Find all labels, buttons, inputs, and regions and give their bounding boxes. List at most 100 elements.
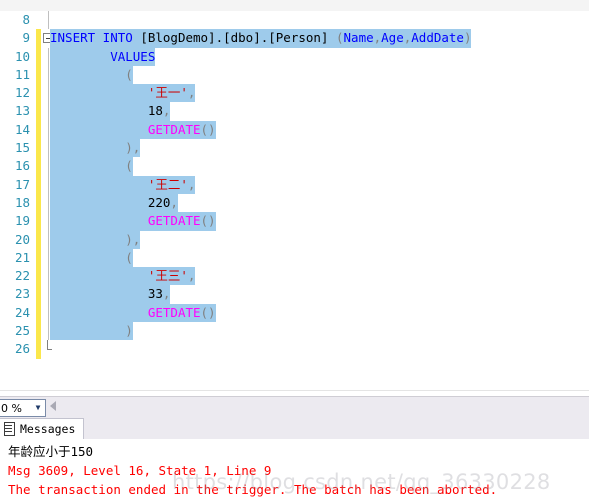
scroll-left-arrow-icon[interactable] [50,401,56,411]
code-line[interactable]: 18 220, [0,193,589,213]
code-token: , [187,85,196,101]
line-number: 22 [14,268,30,284]
line-number: 10 [14,48,30,64]
indent-guide [48,175,49,194]
code-line-text: GETDATE() [50,303,216,323]
code-line[interactable]: 10 VALUES [0,47,589,66]
code-line[interactable]: 14 GETDATE() [0,120,589,140]
code-line[interactable]: 23 33, [0,285,589,304]
code-line-text: ( [50,248,133,268]
indent-guide [48,47,49,66]
code-line[interactable]: 26 [0,340,589,359]
code-token: ( [50,158,133,174]
line-number: 19 [14,213,30,229]
grid-results-icon [4,422,15,436]
line-number: 9 [22,30,30,46]
change-indicator-bar [36,267,41,286]
line-number: 20 [14,231,30,247]
line-number: 24 [14,304,30,320]
code-line[interactable]: 12 '王一', [0,84,589,103]
line-number: 15 [14,140,30,156]
code-token: () [200,121,216,137]
line-number: 21 [14,249,30,265]
code-line[interactable]: 24 GETDATE() [0,303,589,323]
indent-guide [48,212,49,231]
code-line[interactable]: 16 ( [0,157,589,176]
code-token: ) [50,323,133,339]
code-token: () [200,213,216,229]
messages-output-pane[interactable]: 年龄应小于150 Msg 3609, Level 16, State 1, Lin… [0,439,589,502]
change-indicator-bar [36,157,41,176]
indent-guide [48,65,49,85]
code-token: INSERT INTO [50,30,141,46]
line-number: 13 [14,103,30,119]
zoom-level-dropdown[interactable]: 0 % ▼ [0,399,46,417]
code-line-text: ( [50,157,133,176]
code-token: , [162,286,171,302]
line-number: 11 [14,66,30,82]
code-line[interactable]: 20 ), [0,230,589,249]
indent-guide [48,267,49,286]
change-indicator-bar [36,248,41,268]
indent-guide [48,11,49,30]
code-line[interactable]: 17 '王二', [0,175,589,194]
tab-messages-label: Messages [20,422,76,436]
code-line-text: 220, [50,193,178,213]
line-number: 8 [22,12,30,27]
code-token: [BlogDemo].[dbo].[Person] [140,30,336,46]
code-token: '王三' [147,268,188,284]
line-number: 12 [14,85,30,101]
change-indicator-bar [36,230,41,249]
code-line[interactable]: 21 ( [0,248,589,268]
code-token: , [187,176,196,192]
change-indicator-bar [36,340,41,359]
code-line-text: GETDATE() [50,212,216,231]
code-token: Name [343,30,374,46]
code-token: ), [50,140,141,156]
message-line: The transaction ended in the trigger. Th… [8,482,498,497]
code-line[interactable]: 22 '王三', [0,267,589,286]
code-token: ), [50,231,141,247]
code-token: Age [381,30,404,46]
indent-guide [48,102,49,121]
change-indicator-bar [36,193,41,213]
zoom-level-value: 0 % [1,401,22,415]
code-token: GETDATE [147,304,201,320]
indent-guide [48,303,49,323]
indent-guide [48,157,49,176]
code-line[interactable]: 15 ), [0,139,589,158]
change-indicator-bar [36,11,41,29]
change-indicator-bar [36,285,41,304]
tab-messages[interactable]: Messages [0,418,85,439]
chevron-down-icon[interactable]: ▼ [31,400,45,416]
code-token: GETDATE [147,213,201,229]
code-token: , [170,194,178,210]
change-indicator-bar [36,84,41,103]
code-line[interactable]: 11 ( [0,65,589,85]
code-line[interactable]: 8 [0,11,589,30]
indent-guide [48,84,49,103]
code-token: ( [50,66,133,82]
indent-guide [48,285,49,304]
code-line-text: '王三', [50,267,196,286]
message-line: 年龄应小于150 [8,444,94,459]
code-token: ( [50,249,133,265]
change-indicator-bar [36,29,41,48]
code-line[interactable]: 19 GETDATE() [0,212,589,231]
code-token: GETDATE [147,121,201,137]
line-number: 14 [14,121,30,137]
indent-guide [48,193,49,213]
sql-code-editor[interactable]: 8 9 INSERT INTO [BlogDemo].[dbo].[Person] … [0,11,589,390]
code-line[interactable]: 25 ) [0,322,589,341]
line-number: 26 [14,341,30,357]
code-line[interactable]: 9 INSERT INTO [BlogDemo].[dbo].[Person] (… [0,29,589,48]
code-line[interactable]: 13 18, [0,102,589,121]
code-token: 33 [147,286,163,302]
code-token: 18 [147,103,163,119]
